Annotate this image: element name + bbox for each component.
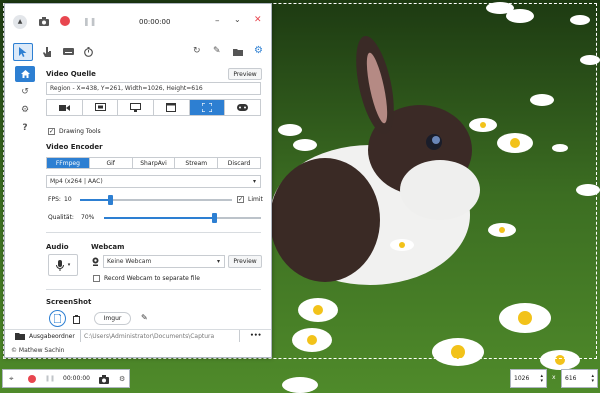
tab-discard[interactable]: Discard [218,158,260,168]
output-path-field[interactable]: C:\Users\Administrator\Documents\Captura [80,330,240,342]
pointer-tool-icon[interactable] [13,43,33,61]
tab-sharpavi[interactable]: SharpAvi [133,158,176,168]
sidebar-help-icon[interactable]: ? [15,120,35,136]
record-icon[interactable] [60,16,70,26]
sidebar-home-icon[interactable] [15,66,35,82]
sidebar: ↺ ⚙ ? [15,66,37,156]
source-camera-icon[interactable] [47,100,83,115]
region-select-icon[interactable]: ⌖ [9,374,14,384]
output-folder-label: Ausgabeordner [29,333,75,340]
click-tool-icon[interactable] [43,47,52,57]
video-encoder-heading: Video Encoder [46,143,103,151]
record-webcam-separate-label: Record Webcam to separate file [104,275,200,282]
fps-label: FPS: [48,196,61,203]
microphone-button[interactable]: ▾ [48,254,78,276]
quality-slider[interactable] [104,213,261,223]
tool-row: ↻ ✎ ⚙ [5,41,271,63]
source-screen-icon[interactable] [118,100,155,115]
chevron-down-icon[interactable]: ⌄ [234,15,241,24]
sidebar-history-icon[interactable]: ↺ [15,84,35,100]
tab-gif[interactable]: Gif [90,158,133,168]
quality-slider-fill [104,217,214,219]
fps-slider-fill [80,199,111,201]
height-spinner-icon[interactable]: ▴ ▾ [591,374,594,384]
brush-icon[interactable]: ✎ [213,46,221,56]
mini-record-icon[interactable] [28,375,36,383]
microphone-icon [55,259,64,271]
region-height-input[interactable]: 616 ▴ ▾ [561,369,598,388]
collapse-icon[interactable]: ▲ [13,14,27,29]
screenshot-heading: ScreenShot [46,298,92,306]
region-width-value: 1026 [514,375,530,382]
source-gamepad-icon[interactable] [225,100,260,115]
mini-pause-icon[interactable]: ❚❚ [45,375,55,382]
quality-slider-thumb[interactable] [211,213,217,223]
main-content: Video Quelle Preview Region - X=438, Y=2… [46,66,264,351]
region-field[interactable]: Region - X=438, Y=261, Width=1026, Heigh… [46,82,261,95]
video-source-heading: Video Quelle [46,70,96,78]
divider [46,289,261,290]
drawing-tools-checkbox[interactable]: ✓ [48,128,55,135]
source-region-icon[interactable] [189,100,226,115]
chevron-down-icon: ▾ [216,258,220,265]
edit-pencil-icon[interactable]: ✎ [141,313,148,322]
timer-icon[interactable] [84,47,93,57]
refresh-icon[interactable]: ↻ [193,46,201,56]
captura-main-window: ▲ ❚❚ 00:00:00 – ⌄ ✕ ↻ ✎ ⚙ ↺ ⚙ ? Video Qu… [4,3,272,358]
mini-timer: 00:00:00 [63,375,90,382]
folder-icon[interactable] [233,48,243,56]
close-icon[interactable]: ✕ [254,15,262,25]
dimension-separator: x [552,374,556,381]
fps-slider-thumb[interactable] [108,195,114,205]
chevron-down-icon: ▾ [252,178,256,185]
tab-ffmpeg[interactable]: FFmpeg [47,158,90,168]
video-source-selector [46,99,261,116]
record-webcam-separate-checkbox[interactable] [93,275,100,282]
webcam-value: Keine Webcam [107,258,152,265]
fps-value: 10 [64,196,72,203]
chevron-down-icon: ▾ [67,262,71,268]
region-height-value: 616 [565,375,577,382]
region-width-input[interactable]: 1026 ▴ ▾ [510,369,547,388]
quality-label: Qualität: [48,214,74,221]
imgur-button[interactable]: Imgur [94,312,131,325]
title-bar: ▲ ❚❚ 00:00:00 – ⌄ ✕ [5,4,271,39]
output-bar: Ausgabeordner C:\Users\Administrator\Doc… [5,329,271,342]
mini-gear-icon[interactable]: ⚙ [119,375,125,383]
keyboard-icon[interactable] [63,48,74,55]
fps-limit-label: Limit [248,196,263,203]
divider [46,232,261,233]
webcam-heading: Webcam [91,243,125,251]
save-to-disk-icon[interactable] [49,310,66,327]
fps-slider[interactable] [80,195,232,205]
quality-value: 70% [81,214,95,221]
output-more-button[interactable]: ••• [250,332,262,339]
minimize-icon[interactable]: – [215,16,220,26]
tab-stream[interactable]: Stream [175,158,219,168]
source-window-icon[interactable] [83,100,119,115]
width-spinner-icon[interactable]: ▴ ▾ [540,374,543,384]
webcam-icon [92,257,99,266]
recording-timer: 00:00:00 [139,18,171,26]
mini-camera-icon[interactable] [99,375,109,384]
copyright-footer: © Mathew Sachin [11,347,65,354]
audio-heading: Audio [46,243,69,251]
encoder-tabs: FFmpeg Gif SharpAvi Stream Discard [46,157,261,169]
fps-limit-checkbox[interactable]: ✓ [237,196,244,203]
mini-recorder-bar: ⌖ ❚❚ 00:00:00 ⚙ [2,369,130,388]
camera-icon[interactable] [39,17,49,26]
video-preview-button[interactable]: Preview [228,68,262,80]
source-fullscreen-icon[interactable] [154,100,190,115]
pause-icon[interactable]: ❚❚ [83,17,96,26]
drawing-tools-label: Drawing Tools [59,128,101,135]
output-folder-icon[interactable] [15,332,25,340]
webcam-preview-button[interactable]: Preview [228,255,262,268]
settings-gear-icon[interactable]: ⚙ [254,45,263,56]
clipboard-icon[interactable] [73,315,80,324]
codec-value: Mp4 (x264 | AAC) [50,178,103,185]
webcam-select[interactable]: Keine Webcam ▾ [103,255,225,268]
sidebar-settings-icon[interactable]: ⚙ [15,102,35,118]
codec-select[interactable]: Mp4 (x264 | AAC) ▾ [46,175,261,188]
